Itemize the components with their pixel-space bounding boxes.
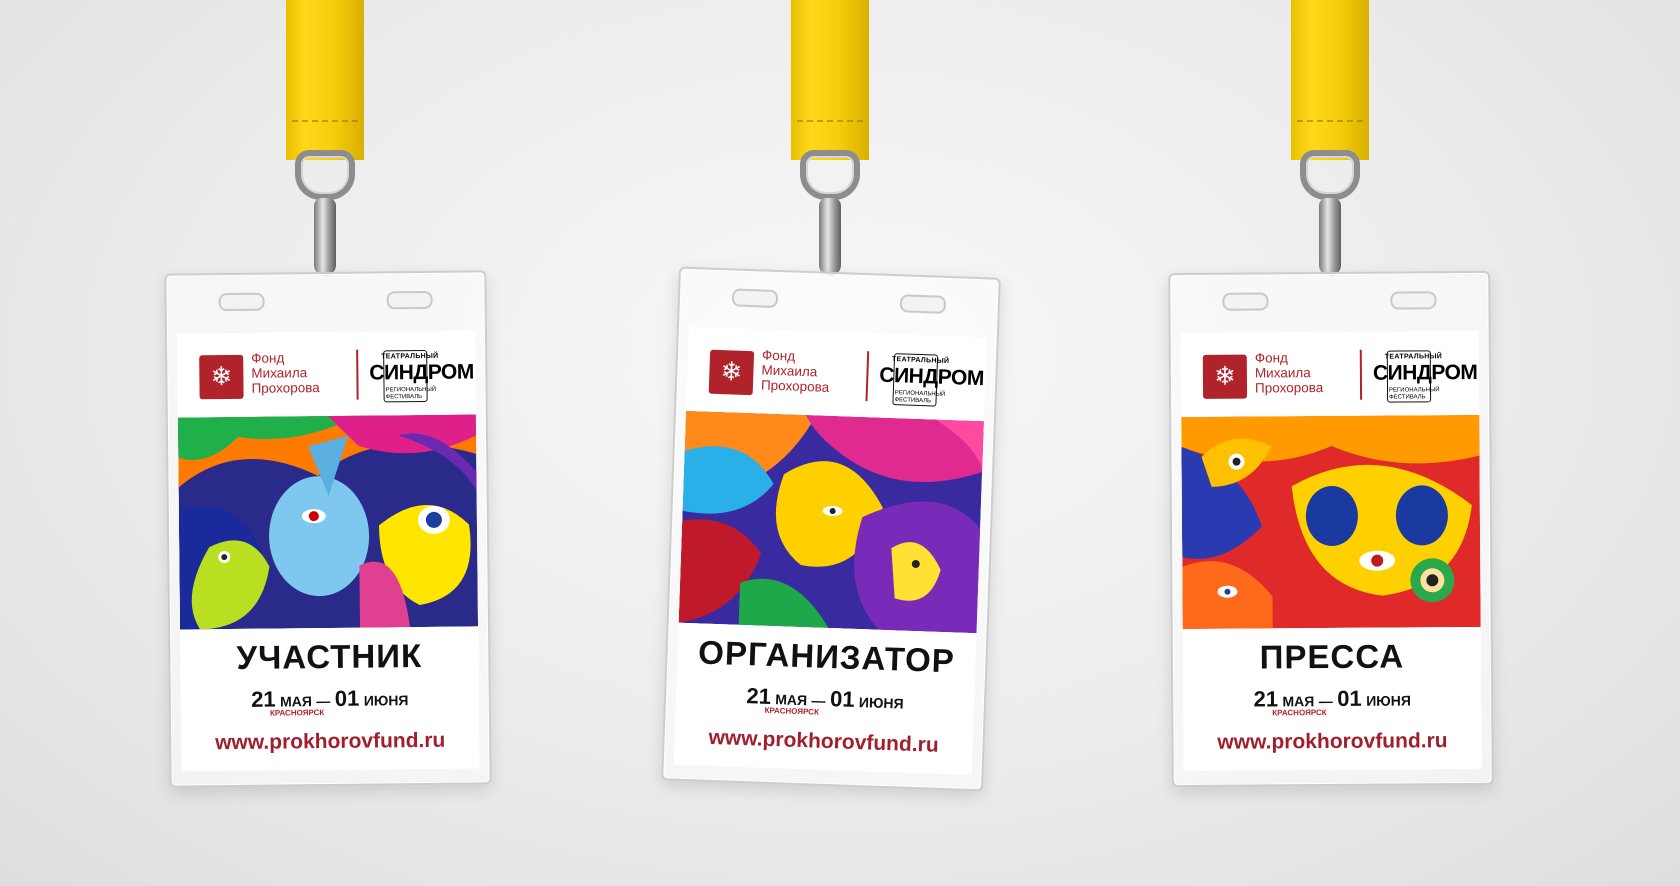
logo-divider [1359,349,1363,400]
holder-slot [899,294,947,314]
artwork-illustration [177,414,479,630]
festival-logo-top: ТЕАТРАЛЬНЫЙ [1384,353,1443,361]
date-end-month: ИЮНЯ [1366,692,1411,709]
date-end-month: ИЮНЯ [363,692,409,709]
date-start-month: МАЯ [280,693,313,710]
lanyard-ring [800,150,860,200]
festival-logo: ТЕАТРАЛЬНЫЙ СИНДРОМ РЕГИОНАЛЬНЫЙ ФЕСТИВА… [878,353,986,407]
lanyard-clip [1319,198,1341,276]
date-dash: — [1318,692,1333,710]
fund-name: Фонд Михаила Прохорова [1254,350,1324,396]
holder-slot [1222,292,1269,311]
website-url: www.prokhorovfund.ru [1217,729,1448,754]
date-dash: — [811,692,826,709]
fund-name: Фонд Михаила Прохорова [760,347,830,395]
lanyard-strap [286,0,364,160]
festival-logo-sub: РЕГИОНАЛЬНЫЙ ФЕСТИВАЛЬ [385,386,437,401]
badge-participant: ❄ Фонд Михаила Прохорова ТЕАТРАЛЬНЫЙ СИН… [164,0,492,886]
website-url: www.prokhorovfund.ru [215,728,446,755]
logo-divider [356,349,359,400]
date-start-month: МАЯ [1282,693,1315,710]
date-end-day: 01 [334,685,360,711]
lanyard-ring [1300,150,1360,200]
festival-logo: ТЕАТРАЛЬНЫЙ СИНДРОМ РЕГИОНАЛЬНЫЙ ФЕСТИВА… [369,349,479,403]
badge-organizer: ❄ Фонд Михаила Прохорова ТЕАТРАЛЬНЫЙ СИН… [661,0,1001,886]
logo-row: ❄ Фонд Михаила Прохорова ТЕАТРАЛЬНЫЙ СИН… [1202,349,1477,403]
festival-logo-top: ТЕАТРАЛЬНЫЙ [381,352,439,361]
logo-row: ❄ Фонд Михаила Прохорова ТЕАТРАЛЬНЫЙ СИН… [199,349,474,404]
lanyard-strap [791,0,869,160]
role-title: ОРГАНИЗАТОР [697,633,956,680]
role-title: УЧАСТНИК [236,637,423,676]
fund-snowflake-icon: ❄ [199,354,244,400]
date-dash: — [316,692,331,710]
holder-slot [1390,291,1437,310]
festival-logo-sub: РЕГИОНАЛЬНЫЙ ФЕСТИВАЛЬ [894,390,946,405]
date-end-day: 01 [1337,685,1362,711]
lanyard-strap [1291,0,1369,160]
website-url: www.prokhorovfund.ru [708,725,940,757]
holder-slot [731,288,779,309]
fund-name: Фонд Михаила Прохорова [251,350,320,396]
badge-card: ❄ Фонд Михаила Прохорова ТЕАТРАЛЬНЫЙ СИН… [176,330,480,772]
holder-slot [386,290,433,310]
date-end-month: ИЮНЯ [858,694,904,712]
festival-logo-main: СИНДРОМ [1372,360,1478,385]
artwork-illustration [678,410,984,634]
badge-press: ❄ Фонд Михаила Прохорова ТЕАТРАЛЬНЫЙ СИН… [1168,0,1494,886]
event-city: КРАСНОЯРСК [764,705,820,717]
fund-snowflake-icon: ❄ [1202,354,1248,399]
badge-card: ❄ Фонд Михаила Прохорова ТЕАТРАЛЬНЫЙ СИН… [1180,330,1482,772]
role-title: ПРЕССА [1259,637,1405,676]
festival-logo-main: СИНДРОМ [369,360,474,385]
logo-divider [865,351,870,402]
lanyard-ring [295,150,355,200]
badge-holder: ❄ Фонд Михаила Прохорова ТЕАТРАЛЬНЫЙ СИН… [164,270,492,788]
event-city: КРАСНОЯРСК [269,708,325,718]
artwork-image [177,414,479,630]
event-dates: 21 МАЯ — 01 ИЮНЯ КРАСНОЯРСК [1183,685,1481,721]
badge-card: ❄ Фонд Михаила Прохорова ТЕАТРАЛЬНЫЙ СИН… [673,326,987,776]
badge-holder: ❄ Фонд Михаила Прохорова ТЕАТРАЛЬНЫЙ СИН… [1168,270,1494,788]
artwork-image [678,410,984,634]
lanyard-clip [819,198,841,276]
fund-snowflake-icon: ❄ [708,349,755,396]
lanyard-clip [314,198,336,276]
logo-row: ❄ Фонд Михаила Прохорова ТЕАТРАЛЬНЫЙ СИН… [708,346,984,407]
event-dates: 21 МАЯ — 01 ИЮНЯ КРАСНОЯРСК [181,684,479,721]
holder-slot [218,292,265,312]
date-end-day: 01 [829,686,856,712]
artwork-illustration [1181,414,1481,630]
artwork-image [1181,414,1481,630]
event-city: КРАСНОЯРСК [1272,708,1327,718]
badge-holder: ❄ Фонд Михаила Прохорова ТЕАТРАЛЬНЫЙ СИН… [661,266,1001,792]
festival-logo-sub: РЕГИОНАЛЬНЫЙ ФЕСТИВАЛЬ [1389,387,1440,401]
event-dates: 21 МАЯ — 01 ИЮНЯ КРАСНОЯРСК [675,681,974,725]
festival-logo-main: СИНДРОМ [878,363,985,391]
festival-logo: ТЕАТРАЛЬНЫЙ СИНДРОМ РЕГИОНАЛЬНЫЙ ФЕСТИВА… [1372,350,1482,403]
